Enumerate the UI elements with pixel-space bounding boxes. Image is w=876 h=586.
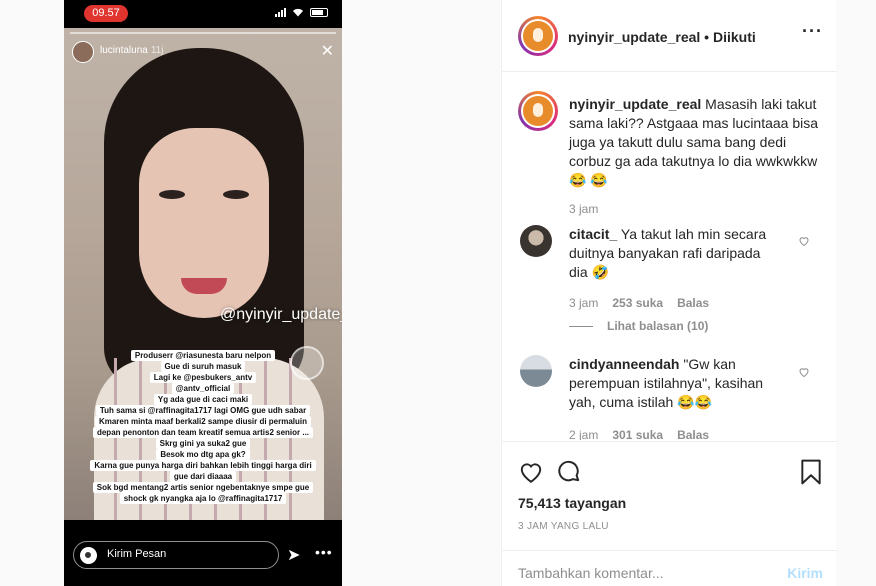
replies-divider xyxy=(569,325,593,327)
comment-time[interactable]: 3 jam xyxy=(569,296,598,310)
comment-username[interactable]: citacit_ xyxy=(569,226,617,242)
heart-icon[interactable] xyxy=(798,366,810,378)
story-text-line: Lagi ke @pesbukers_antv xyxy=(149,372,257,383)
story-text-line: Tuh sama si @raffinagita1717 lagi OMG gu… xyxy=(95,405,311,416)
comment-avatar[interactable] xyxy=(520,225,552,257)
comment-time[interactable]: 2 jam xyxy=(569,428,598,440)
caption-avatar[interactable] xyxy=(518,91,558,131)
person-eye-right xyxy=(223,190,249,199)
view-replies-button[interactable]: Lihat balasan (10) xyxy=(569,319,708,333)
reply-button[interactable]: Balas xyxy=(677,296,709,310)
story-progress-bar xyxy=(70,32,336,34)
person-eye-left xyxy=(159,190,185,199)
add-comment-bar: Tambahkan komentar... Kirim xyxy=(502,550,837,586)
post-caption: nyinyir_update_real Masasih laki takut s… xyxy=(569,95,819,190)
comment-likes[interactable]: 301 suka xyxy=(612,428,663,440)
camera-icon xyxy=(80,547,97,564)
heart-icon[interactable] xyxy=(798,235,810,247)
view-count[interactable]: 75,413 tayangan xyxy=(518,495,626,511)
view-replies-label: Lihat balasan (10) xyxy=(607,319,709,333)
story-text-line: Gue di suruh masuk xyxy=(160,361,246,372)
post-author-username[interactable]: nyinyir_update_real xyxy=(568,29,700,45)
story-message-placeholder: Kirim Pesan xyxy=(107,548,167,560)
comment-text: cindyanneendah "Gw kan perempuan istilah… xyxy=(569,355,774,412)
post-header: nyinyir_update_real • Diikuti ··· xyxy=(502,0,837,72)
post-time-ago[interactable]: 3 JAM YANG LALU xyxy=(518,521,609,532)
phone-status-bar: 09.57 xyxy=(64,0,342,28)
story-text-line: @antv_official xyxy=(171,383,235,394)
comment-text: citacit_ Ya takut lah min secara duitnya… xyxy=(569,225,774,282)
media-area: 09.57 lucintaluna 11j ✕ @nyinyir_update … xyxy=(0,0,501,586)
person-mouth xyxy=(181,278,227,294)
comment-meta: 2 jam 301 suka Balas xyxy=(569,428,709,440)
header-separator-dot: • xyxy=(704,29,710,45)
follow-status-button[interactable]: Diikuti xyxy=(713,29,756,45)
reply-button[interactable]: Balas xyxy=(677,428,709,440)
story-text-line: Karna gue punya harga diri bahkan lebih … xyxy=(90,460,316,471)
comments-list[interactable]: nyinyir_update_real Masasih laki takut s… xyxy=(502,73,837,440)
status-icons xyxy=(275,7,328,17)
story-frame: lucintaluna11j ✕ @nyinyir_update_real Pr… xyxy=(64,28,342,520)
story-text-line: shock gk nyangka aja lo @raffinagita1717 xyxy=(119,493,287,504)
wifi-icon xyxy=(293,8,303,16)
comment-input[interactable]: Tambahkan komentar... xyxy=(518,565,664,581)
story-username: lucintaluna 11j xyxy=(100,45,164,56)
battery-icon xyxy=(310,7,328,17)
story-message-input[interactable]: Kirim Pesan xyxy=(73,541,279,569)
story-reply-bar: Kirim Pesan ➤ ••• xyxy=(64,520,342,586)
post-actions: 75,413 tayangan 3 JAM YANG LALU Tambahka… xyxy=(502,441,837,586)
story-avatar xyxy=(72,41,94,63)
send-icon: ➤ xyxy=(287,547,301,564)
story-text-overlay: Produserr @riasunesta baru nelpon Gue di… xyxy=(64,350,342,504)
status-time: 09.57 xyxy=(84,5,128,22)
post-author-line: nyinyir_update_real • Diikuti xyxy=(568,29,756,45)
heart-icon[interactable] xyxy=(518,459,544,485)
more-options-icon: ••• xyxy=(315,544,333,560)
story-watermark: @nyinyir_update_real xyxy=(220,306,342,323)
story-text-line: Skrg gini ya suka2 gue xyxy=(155,438,251,449)
story-text-line: Yg ada gue di caci maki xyxy=(153,394,253,405)
story-text-line: gue dari diaaaa xyxy=(169,471,237,482)
comment-avatar[interactable] xyxy=(520,355,552,387)
person-face xyxy=(139,128,269,318)
comment-icon[interactable] xyxy=(556,459,582,485)
post-panel: nyinyir_update_real • Diikuti ··· nyinyi… xyxy=(501,0,837,586)
caption-username[interactable]: nyinyir_update_real xyxy=(569,96,701,112)
comment-meta: 3 jam 253 suka Balas xyxy=(569,296,709,310)
caption-meta: 3 jam xyxy=(569,202,598,216)
comment-likes[interactable]: 253 suka xyxy=(612,296,663,310)
story-text-line: depan penonton dan team kreatif semua ar… xyxy=(92,427,314,438)
post-comment-button[interactable]: Kirim xyxy=(787,565,823,581)
close-icon: ✕ xyxy=(320,43,334,60)
signal-icon xyxy=(275,7,286,17)
comment-username[interactable]: cindyanneendah xyxy=(569,356,679,372)
caption-time[interactable]: 3 jam xyxy=(569,202,598,216)
author-avatar[interactable] xyxy=(518,16,558,56)
story-text-line: Produserr @riasunesta baru nelpon xyxy=(130,350,276,361)
story-text-line: Besok mo dtg apa gk? xyxy=(156,449,250,460)
story-text-line: Kmaren minta maaf berkali2 sampe diusir … xyxy=(94,416,312,427)
bookmark-icon[interactable] xyxy=(800,459,822,485)
more-options-icon[interactable]: ··· xyxy=(802,21,823,42)
story-text-line: Sok bgd mentang2 artis senior ngebentakn… xyxy=(92,482,314,493)
story-media[interactable]: 09.57 lucintaluna 11j ✕ @nyinyir_update … xyxy=(64,0,342,586)
